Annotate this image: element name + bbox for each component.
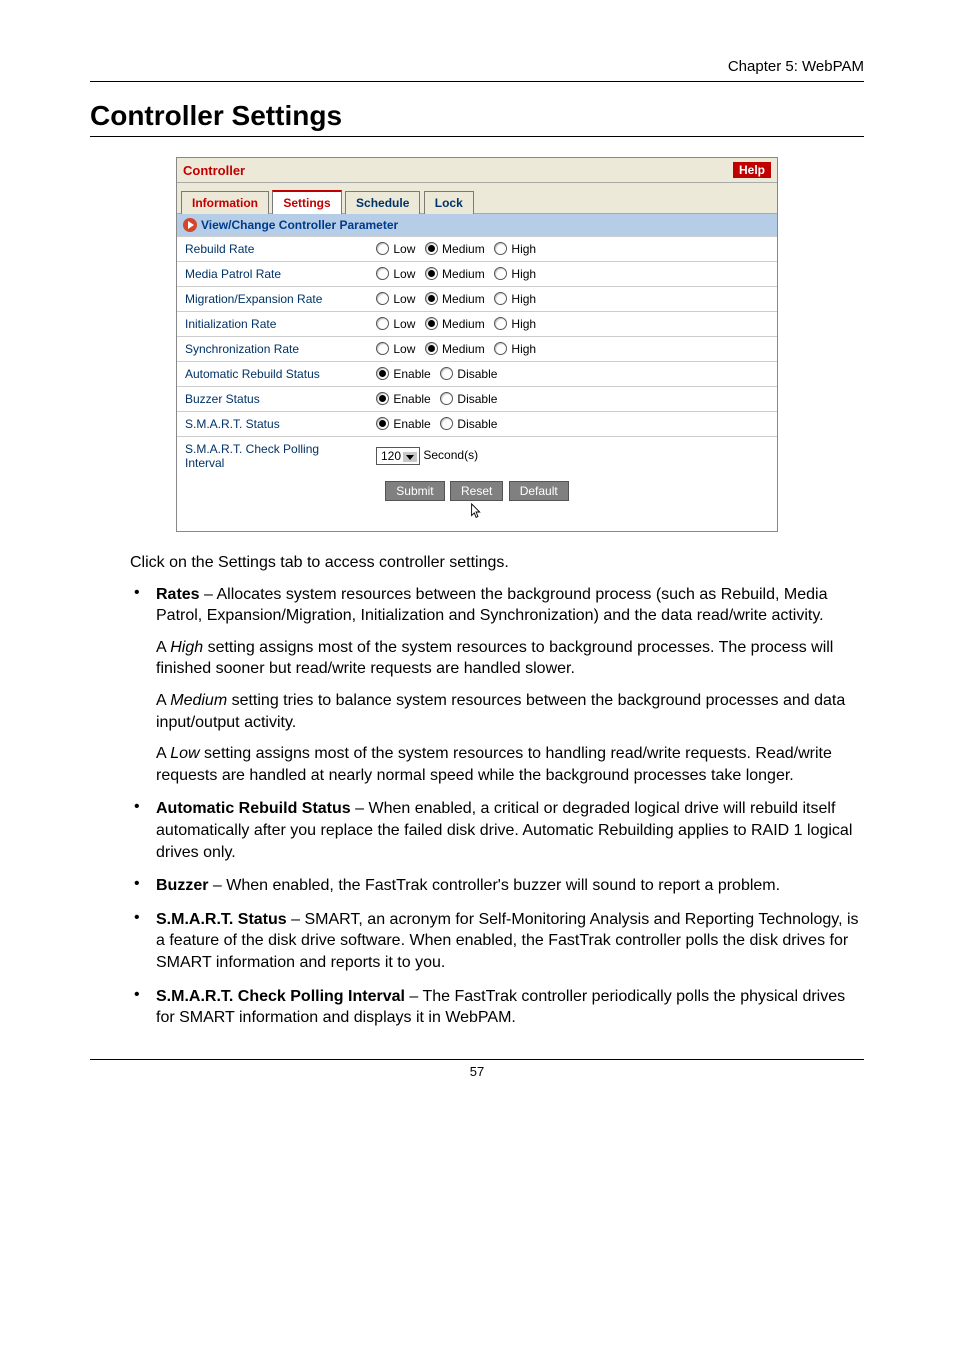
row-label-initialization: Initialization Rate [177, 312, 368, 337]
tab-settings[interactable]: Settings [272, 190, 341, 214]
tab-lock[interactable]: Lock [424, 191, 474, 214]
row-label-auto-rebuild: Automatic Rebuild Status [177, 362, 368, 387]
help-link[interactable]: Help [733, 162, 771, 178]
default-button[interactable]: Default [509, 481, 569, 501]
polling-interval-select[interactable]: 120 [376, 447, 420, 465]
controller-panel: Controller Help Information Settings Sch… [176, 157, 778, 532]
row-value-migration: Low Medium High [368, 287, 777, 312]
radio-medium[interactable] [425, 242, 438, 255]
button-row: Submit Reset Default [177, 475, 777, 531]
list-item-smart-polling: S.M.A.R.T. Check Polling Interval – The … [156, 986, 864, 1029]
radio-high[interactable] [494, 292, 507, 305]
row-value-rebuild-rate: Low Medium High [368, 237, 777, 262]
row-value-smart-polling: 120 Second(s) [368, 437, 777, 476]
radio-high[interactable] [494, 242, 507, 255]
section-title: View/Change Controller Parameter [201, 218, 398, 232]
radio-high[interactable] [494, 342, 507, 355]
list-item-buzzer: Buzzer – When enabled, the FastTrak cont… [156, 875, 864, 897]
tab-schedule[interactable]: Schedule [345, 191, 420, 214]
row-value-buzzer: Enable Disable [368, 387, 777, 412]
row-label-media-patrol: Media Patrol Rate [177, 262, 368, 287]
radio-disable[interactable] [440, 392, 453, 405]
intro-text: Click on the Settings tab to access cont… [130, 552, 864, 574]
radio-medium[interactable] [425, 267, 438, 280]
tab-bar: Information Settings Schedule Lock [177, 183, 777, 214]
panel-title: Controller [183, 163, 245, 178]
row-value-media-patrol: Low Medium High [368, 262, 777, 287]
rates-medium-text: A Medium setting tries to balance system… [156, 690, 864, 733]
polling-unit-label: Second(s) [423, 448, 478, 462]
list-item-smart-status: S.M.A.R.T. Status – SMART, an acronym fo… [156, 909, 864, 974]
row-label-buzzer: Buzzer Status [177, 387, 368, 412]
row-value-smart-status: Enable Disable [368, 412, 777, 437]
page-footer: 57 [90, 1059, 864, 1079]
parameter-table: Rebuild Rate Low Medium High Media Patro… [177, 236, 777, 475]
radio-enable[interactable] [376, 367, 389, 380]
radio-medium[interactable] [425, 292, 438, 305]
row-label-smart-polling: S.M.A.R.T. Check Polling Interval [177, 437, 368, 476]
radio-high[interactable] [494, 267, 507, 280]
radio-enable[interactable] [376, 417, 389, 430]
section-header: View/Change Controller Parameter [177, 214, 777, 236]
radio-low[interactable] [376, 342, 389, 355]
radio-medium[interactable] [425, 342, 438, 355]
radio-medium[interactable] [425, 317, 438, 330]
radio-disable[interactable] [440, 367, 453, 380]
rates-high-text: A High setting assigns most of the syste… [156, 637, 864, 680]
page-title: Controller Settings [90, 100, 864, 132]
submit-button[interactable]: Submit [385, 481, 444, 501]
cursor-icon [469, 503, 485, 521]
row-value-auto-rebuild: Enable Disable [368, 362, 777, 387]
divider [90, 81, 864, 82]
page-number: 57 [470, 1064, 484, 1079]
row-label-smart-status: S.M.A.R.T. Status [177, 412, 368, 437]
tab-information[interactable]: Information [181, 191, 269, 214]
chevron-down-icon [403, 452, 417, 462]
row-label-synchronization: Synchronization Rate [177, 337, 368, 362]
radio-low[interactable] [376, 317, 389, 330]
list-item-auto-rebuild: Automatic Rebuild Status – When enabled,… [156, 798, 864, 863]
radio-low[interactable] [376, 292, 389, 305]
divider [90, 136, 864, 137]
radio-disable[interactable] [440, 417, 453, 430]
row-value-synchronization: Low Medium High [368, 337, 777, 362]
radio-high[interactable] [494, 317, 507, 330]
row-label-rebuild-rate: Rebuild Rate [177, 237, 368, 262]
chapter-header: Chapter 5: WebPAM [90, 58, 864, 75]
arrow-icon [183, 218, 197, 232]
radio-low[interactable] [376, 267, 389, 280]
row-value-initialization: Low Medium High [368, 312, 777, 337]
radio-low[interactable] [376, 242, 389, 255]
polling-interval-value: 120 [381, 449, 401, 463]
rates-low-text: A Low setting assigns most of the system… [156, 743, 864, 786]
radio-enable[interactable] [376, 392, 389, 405]
list-item-rates: Rates – Allocates system resources betwe… [156, 584, 864, 627]
row-label-migration: Migration/Expansion Rate [177, 287, 368, 312]
reset-button[interactable]: Reset [450, 481, 503, 501]
